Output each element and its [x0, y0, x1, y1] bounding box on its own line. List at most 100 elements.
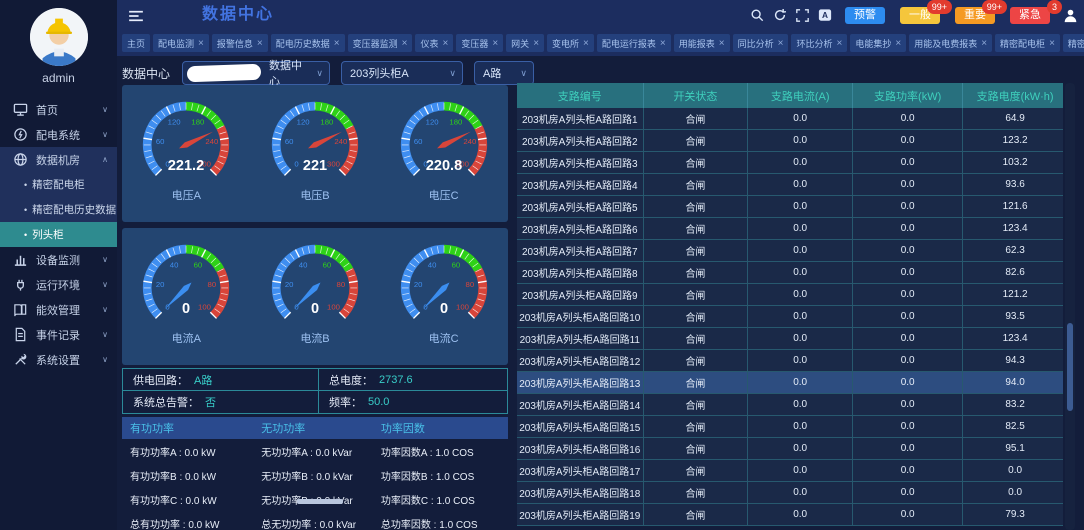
close-icon[interactable]: ×: [836, 38, 842, 49]
tab-主页[interactable]: 主页: [122, 34, 150, 52]
branch-table-row[interactable]: 203机房A列头柜A路回路9合闸0.00.0121.2: [517, 284, 1063, 306]
close-icon[interactable]: ×: [492, 38, 498, 49]
tab-变压器[interactable]: 变压器×: [456, 34, 503, 52]
sidebar-subitem-precision-history[interactable]: •精密配电历史数据: [0, 197, 117, 222]
chevron-down-icon: ∨: [449, 68, 456, 79]
branch-table-row[interactable]: 203机房A列头柜A路回路14合闸0.00.083.2: [517, 394, 1063, 416]
sidebar-item-device-monitor[interactable]: 设备监测∨: [0, 247, 117, 272]
tab-精密配电历史数据[interactable]: 精密配电历史数据×: [1063, 34, 1084, 52]
branch-table-row[interactable]: 203机房A列头柜A路回路15合闸0.00.082.5: [517, 416, 1063, 438]
svg-text:20: 20: [156, 280, 165, 289]
tab-变电所[interactable]: 变电所×: [547, 34, 594, 52]
branch-table-row[interactable]: 203机房A列头柜A路回路5合闸0.00.0121.6: [517, 196, 1063, 218]
alert-button-预警[interactable]: 预警: [845, 7, 885, 24]
branch-table-row[interactable]: 203机房A列头柜A路回路1合闸0.00.064.9: [517, 108, 1063, 130]
close-icon[interactable]: ×: [442, 38, 448, 49]
gauge-电流A: 0204060801000电流A: [123, 234, 249, 365]
tab-配电监测[interactable]: 配电监测×: [153, 34, 209, 52]
svg-text:180: 180: [192, 117, 205, 126]
branch-table-row[interactable]: 203机房A列头柜A路回路16合闸0.00.095.1: [517, 438, 1063, 460]
svg-text:0: 0: [311, 301, 319, 317]
svg-text:180: 180: [320, 117, 333, 126]
tab-报警信息[interactable]: 报警信息×: [212, 34, 268, 52]
sidebar-item-environment[interactable]: 运行环境∨: [0, 272, 117, 297]
sidebar-item-settings[interactable]: 系统设置∨: [0, 347, 117, 372]
filter-select-2[interactable]: A路∨: [474, 61, 534, 85]
close-icon[interactable]: ×: [257, 38, 263, 49]
svg-text:20: 20: [413, 280, 422, 289]
tab-同比分析[interactable]: 同比分析×: [733, 34, 789, 52]
branch-cell: 0.0: [852, 262, 962, 283]
refresh-icon[interactable]: [773, 8, 787, 22]
tab-仪表[interactable]: 仪表×: [415, 34, 453, 52]
alert-buttons: 预警一般99+ 重要99+ 紧急3: [845, 7, 1050, 24]
tab-配电运行报表[interactable]: 配电运行报表×: [597, 34, 671, 52]
fullscreen-icon[interactable]: [796, 9, 809, 22]
filter-select-0[interactable]: 数据中心∨: [182, 61, 330, 85]
sidebar-subitem-precision-cabinet[interactable]: •精密配电柜: [0, 172, 117, 197]
close-icon[interactable]: ×: [719, 38, 725, 49]
branch-cell: 203机房A列头柜A路回路2: [517, 130, 643, 151]
translate-icon[interactable]: A: [818, 8, 832, 22]
branch-table-row[interactable]: 203机房A列头柜A路回路8合闸0.00.082.6: [517, 262, 1063, 284]
sidebar-item-power-distribution[interactable]: 配电系统∨: [0, 122, 117, 147]
close-icon[interactable]: ×: [198, 38, 204, 49]
sidebar-subitem-row-head-cabinet[interactable]: •列头柜: [0, 222, 117, 247]
tab-变压器监测[interactable]: 变压器监测×: [348, 34, 413, 52]
tab-精密配电柜[interactable]: 精密配电柜 ×: [995, 34, 1060, 52]
alert-button-重要[interactable]: 重要99+: [955, 7, 995, 24]
tab-label: 精密配电柜: [1000, 37, 1045, 50]
branch-table-row[interactable]: 203机房A列头柜A路回路12合闸0.00.094.3: [517, 350, 1063, 372]
branch-table-row[interactable]: 203机房A列头柜A路回路19合闸0.00.079.3: [517, 504, 1063, 526]
vertical-scrollbar-thumb[interactable]: [1067, 323, 1073, 411]
branch-table-row[interactable]: 203机房A列头柜A路回路3合闸0.00.0103.2: [517, 152, 1063, 174]
avatar[interactable]: [30, 8, 88, 66]
sidebar-item-data-room[interactable]: 数据机房∧: [0, 147, 117, 172]
branch-table-row[interactable]: 203机房A列头柜A路回路7合闸0.00.062.3: [517, 240, 1063, 262]
branch-cell: 0.0: [852, 174, 962, 195]
gauge-电压C: 060120180240300220.8电压C: [381, 91, 507, 222]
branch-table-row[interactable]: 203机房A列头柜A路回路4合闸0.00.093.6: [517, 174, 1063, 196]
alert-button-一般[interactable]: 一般99+: [900, 7, 940, 24]
close-icon[interactable]: ×: [981, 38, 987, 49]
alert-button-紧急[interactable]: 紧急3: [1010, 7, 1050, 24]
tab-用能报表[interactable]: 用能报表×: [674, 34, 730, 52]
tab-网关[interactable]: 网关×: [506, 34, 544, 52]
sidebar-nav: 首页∨配电系统∨数据机房∧•精密配电柜•精密配电历史数据•列头柜设备监测∨运行环…: [0, 97, 117, 372]
branch-table-row[interactable]: 203机房A列头柜A路回路11合闸0.00.0123.4: [517, 328, 1063, 350]
sidebar-item-energy-mgmt[interactable]: 能效管理∨: [0, 297, 117, 322]
page-title: 数据中心: [202, 0, 274, 30]
branch-table-row[interactable]: 203机房A列头柜A路回路13合闸0.00.094.0: [517, 372, 1063, 394]
close-icon[interactable]: ×: [583, 38, 589, 49]
hamburger-menu-icon[interactable]: [128, 9, 144, 27]
branch-cell: 0.0: [852, 130, 962, 151]
sidebar-item-home[interactable]: 首页∨: [0, 97, 117, 122]
branch-table-row[interactable]: 203机房A列头柜A路回路18合闸0.00.00.0: [517, 482, 1063, 504]
tab-配电历史数据[interactable]: 配电历史数据×: [271, 34, 345, 52]
vertical-scrollbar[interactable]: [1065, 83, 1075, 530]
close-icon[interactable]: ×: [334, 38, 340, 49]
filter-select-1[interactable]: 203列头柜A∨: [341, 61, 463, 85]
close-icon[interactable]: ×: [778, 38, 784, 49]
sidebar-item-event-log[interactable]: 事件记录∨: [0, 322, 117, 347]
close-icon[interactable]: ×: [895, 38, 901, 49]
close-icon[interactable]: ×: [533, 38, 539, 49]
tab-电能集抄[interactable]: 电能集抄×: [850, 34, 906, 52]
horizontal-scrollbar-thumb[interactable]: [297, 499, 343, 504]
data-room-icon: [13, 152, 28, 167]
tab-label: 用能及电费报表: [914, 37, 977, 50]
branch-table-row[interactable]: 203机房A列头柜A路回路10合闸0.00.093.5: [517, 306, 1063, 328]
close-icon[interactable]: ×: [660, 38, 666, 49]
svg-text:240: 240: [463, 137, 476, 146]
search-icon[interactable]: [750, 8, 764, 22]
tab-环比分析[interactable]: 环比分析×: [791, 34, 847, 52]
branch-table-row[interactable]: 203机房A列头柜A路回路17合闸0.00.00.0: [517, 460, 1063, 482]
branch-table-row[interactable]: 203机房A列头柜A路回路2合闸0.00.0123.2: [517, 130, 1063, 152]
tab-用能及电费报表[interactable]: 用能及电费报表 ×: [909, 34, 992, 52]
power-distribution-icon: [13, 127, 28, 142]
branch-table-row[interactable]: 203机房A列头柜A路回路6合闸0.00.0123.4: [517, 218, 1063, 240]
close-icon[interactable]: ×: [1049, 38, 1055, 49]
close-icon[interactable]: ×: [402, 38, 408, 49]
user-icon[interactable]: [1063, 8, 1078, 23]
branch-cell: 0.0: [747, 350, 852, 371]
